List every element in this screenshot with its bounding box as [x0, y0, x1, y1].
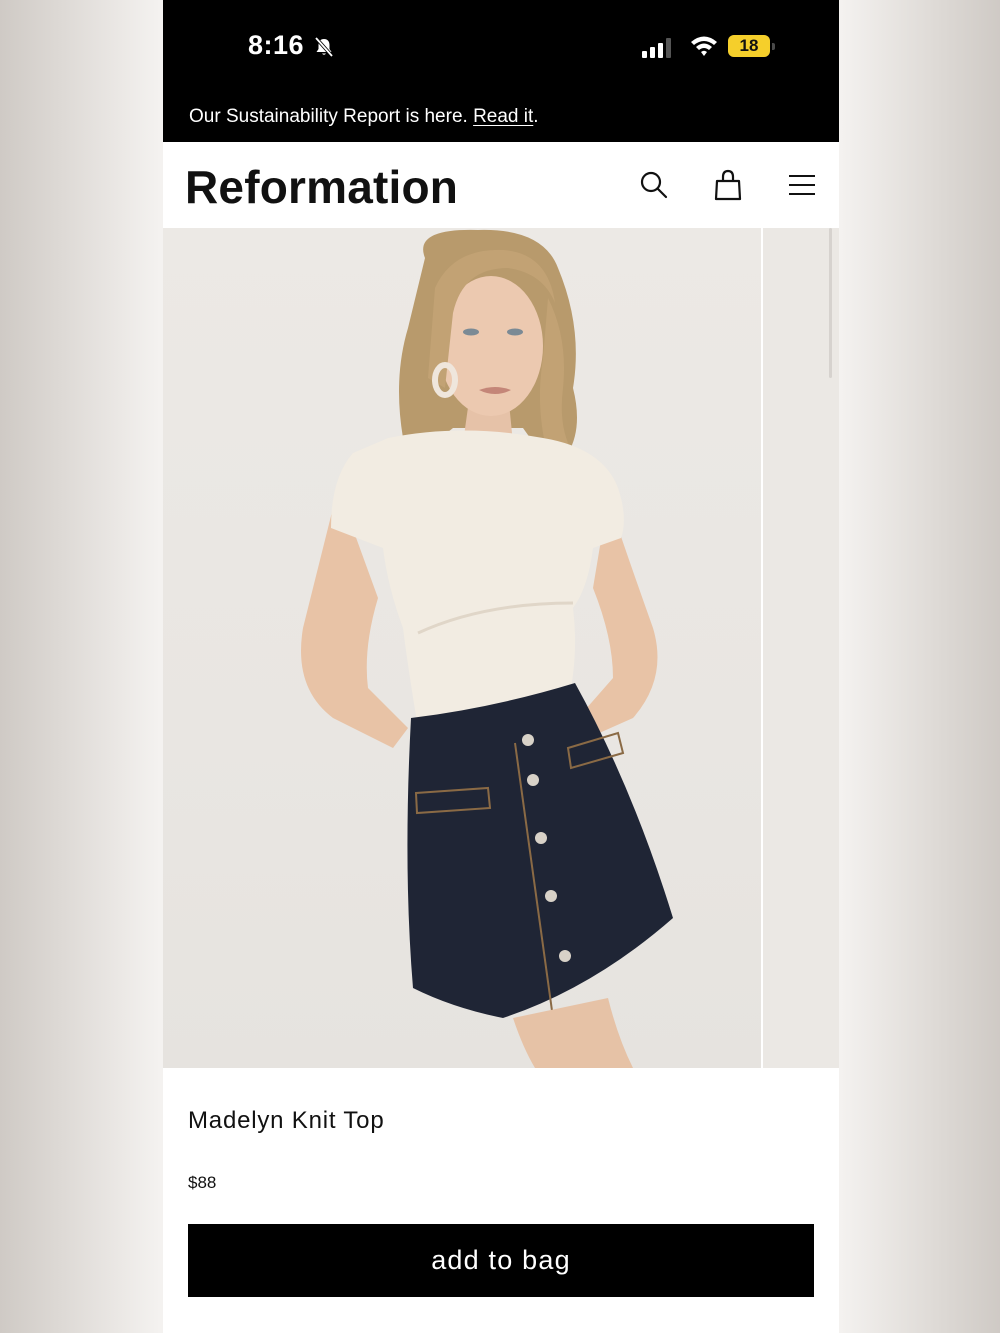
search-icon[interactable]	[637, 168, 671, 202]
status-time: 8:16	[248, 30, 305, 60]
phone-screen: 8:16 18 Our Sustainability Report is her…	[163, 0, 839, 1333]
site-header: Reformation	[163, 142, 839, 228]
cellular-signal-icon	[642, 38, 671, 58]
hamburger-menu-icon[interactable]	[785, 168, 819, 202]
product-photo[interactable]	[163, 228, 761, 1068]
battery-indicator: 18	[728, 35, 770, 57]
announcement-text-wrap: Our Sustainability Report is here. Read …	[189, 106, 539, 128]
add-to-bag-button[interactable]: add to bag	[188, 1224, 814, 1297]
model-illustration	[301, 229, 673, 1068]
carousel-scroll-indicator	[829, 228, 832, 378]
wifi-icon	[691, 36, 717, 56]
shopping-bag-icon[interactable]	[711, 168, 745, 202]
announcement-bar: Our Sustainability Report is here. Read …	[163, 95, 839, 142]
status-bar: 8:16 18	[163, 0, 839, 95]
battery-percent: 18	[739, 36, 759, 55]
announcement-text: Our Sustainability Report is here.	[189, 106, 474, 127]
announcement-suffix: .	[533, 106, 539, 127]
product-name[interactable]: Madelyn Knit Top	[188, 1107, 384, 1135]
next-product-photo-peek[interactable]	[763, 228, 839, 1068]
bell-muted-icon	[314, 36, 334, 58]
product-image-carousel[interactable]	[163, 228, 839, 1068]
read-it-link[interactable]: Read it	[473, 106, 533, 127]
battery-nub	[772, 43, 775, 50]
product-price: $88	[188, 1173, 217, 1192]
brand-logo[interactable]: Reformation	[185, 160, 458, 214]
